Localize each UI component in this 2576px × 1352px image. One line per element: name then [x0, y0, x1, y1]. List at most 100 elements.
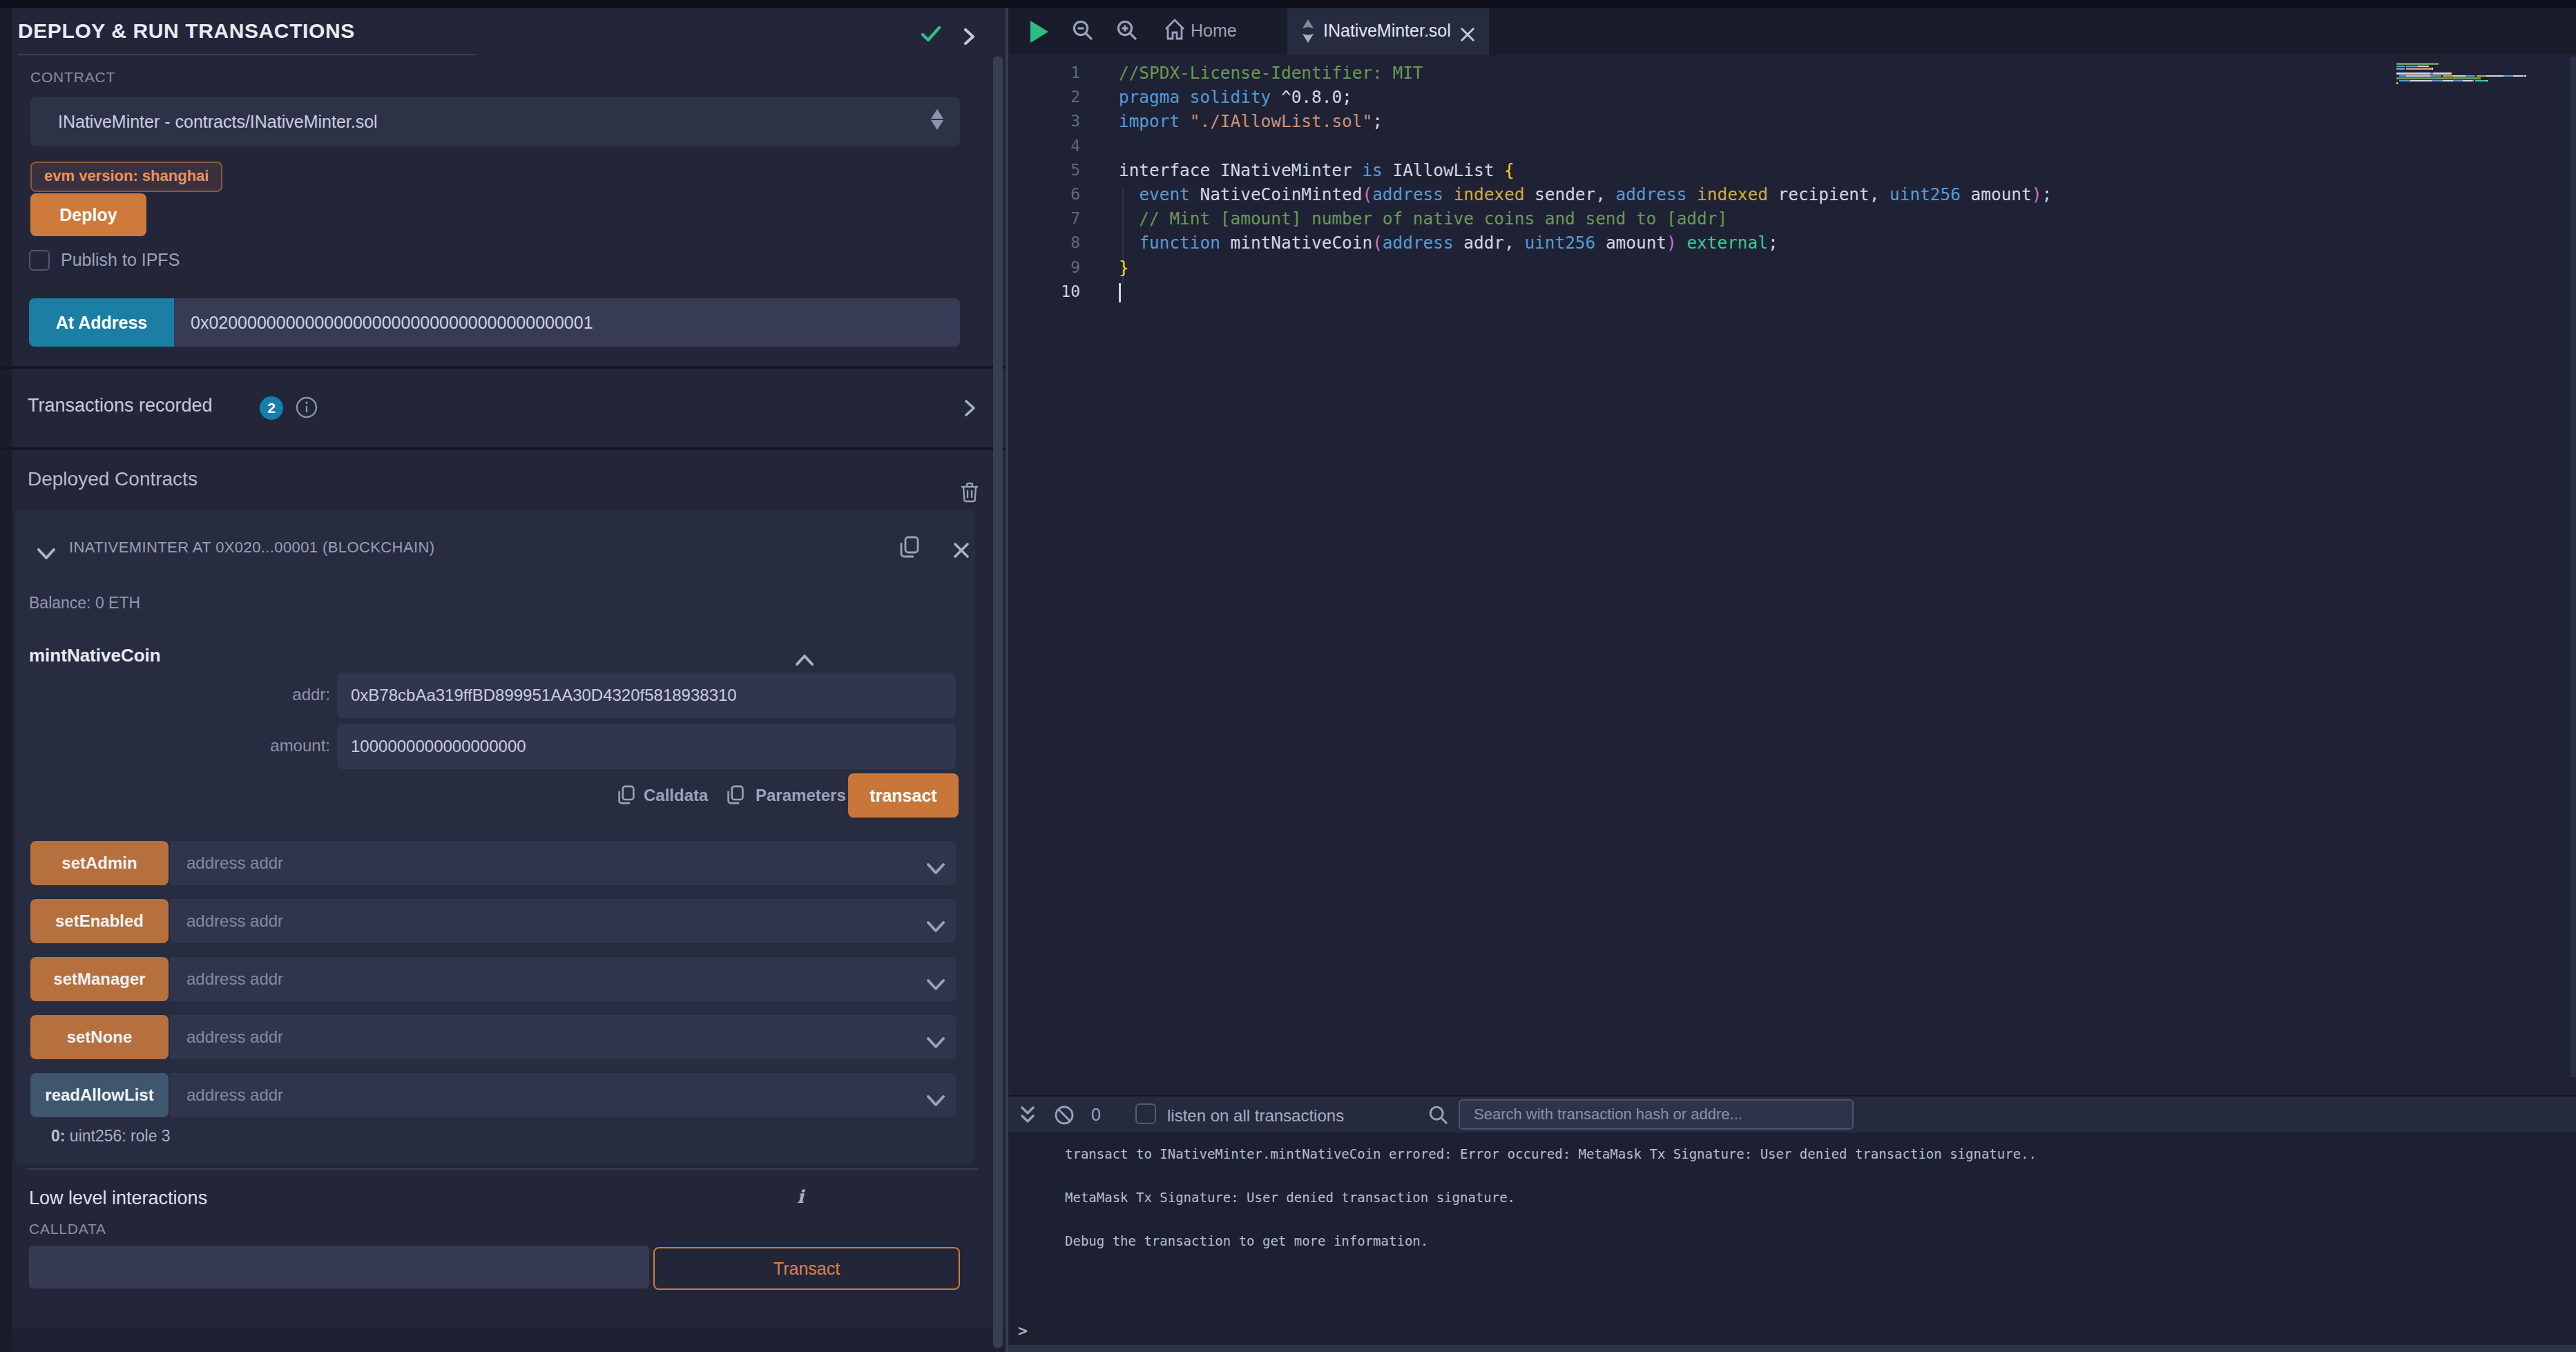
- calldata-input[interactable]: [29, 1246, 649, 1288]
- contract-collapse-icon[interactable]: [37, 540, 55, 566]
- transact-button[interactable]: transact: [848, 773, 959, 818]
- zoom-out-icon[interactable]: [1072, 19, 1094, 47]
- solidity-icon: [1300, 19, 1316, 48]
- transactions-expand-icon[interactable]: [963, 396, 977, 422]
- deploy-button[interactable]: Deploy: [30, 193, 146, 236]
- function-row: setEnabled: [30, 899, 956, 943]
- amount-arg-label: amount:: [192, 736, 330, 755]
- clear-console-icon[interactable]: [1054, 1105, 1075, 1131]
- expand-function-icon[interactable]: [927, 1029, 945, 1054]
- panel-bottom: [12, 1329, 1006, 1352]
- tab-bar: Home INativeMinter.sol: [1008, 8, 2576, 55]
- main-area: 12345678910 //SPDX-License-Identifier: M…: [1008, 8, 2576, 1352]
- contract-label: CONTRACT: [30, 69, 115, 86]
- panel-expand-icon[interactable]: [961, 25, 977, 50]
- deployed-contract-title: INATIVEMINTER AT 0X020...00001 (BLOCKCHA…: [69, 539, 434, 557]
- evm-version-badge: evm version: shanghai: [30, 162, 222, 192]
- terminal-bar: 0 listen on all transactions: [1008, 1095, 2576, 1132]
- setEnabled-input[interactable]: [170, 899, 956, 943]
- function-name: mintNativeCoin: [29, 645, 161, 666]
- publish-ipfs-checkbox[interactable]: [29, 250, 50, 271]
- copy-parameters-icon[interactable]: [727, 784, 744, 810]
- section-divider: [0, 447, 1006, 450]
- terminal-prompt: >: [1018, 1322, 1028, 1340]
- call-output-value: uint256: role 3: [70, 1127, 171, 1145]
- readAllowList-input[interactable]: [170, 1073, 956, 1117]
- low-level-transact-button[interactable]: Transact: [653, 1247, 960, 1290]
- zoom-in-icon[interactable]: [1116, 19, 1138, 47]
- addr-arg-input[interactable]: [337, 673, 956, 718]
- collapse-terminal-icon[interactable]: [1018, 1105, 1037, 1131]
- expand-function-icon[interactable]: [927, 855, 945, 880]
- setManager-input[interactable]: [170, 957, 956, 1001]
- info-icon: i: [797, 1186, 804, 1207]
- terminal-log-line: Debug the transaction to get more inform…: [1065, 1233, 1428, 1248]
- terminal-content[interactable]: transact to INativeMinter.mintNativeCoin…: [1008, 1132, 2576, 1352]
- tab-inativeminter[interactable]: INativeMinter.sol: [1287, 8, 1489, 55]
- expand-function-icon[interactable]: [927, 971, 945, 996]
- trash-icon[interactable]: [960, 482, 979, 508]
- home-icon[interactable]: [1163, 18, 1186, 47]
- contract-select-value: INativeMinter - contracts/INativeMinter.…: [58, 112, 378, 131]
- function-collapse-icon[interactable]: [796, 646, 814, 672]
- deployed-contracts-label: Deployed Contracts: [28, 468, 198, 490]
- title-underline: [18, 54, 477, 55]
- deploy-run-panel: DEPLOY & RUN TRANSACTIONS CONTRACT INati…: [0, 8, 1006, 1352]
- tab-home[interactable]: Home: [1191, 21, 1237, 41]
- listen-label: listen on all transactions: [1167, 1106, 1344, 1126]
- section-divider: [28, 1168, 978, 1170]
- editor-scrollbar[interactable]: [2570, 57, 2576, 1077]
- tab-label: INativeMinter.sol: [1323, 21, 1451, 41]
- transactions-recorded-label: Transactions recorded: [28, 395, 213, 416]
- amount-arg-input[interactable]: [337, 724, 956, 769]
- setManager-button[interactable]: setManager: [30, 957, 169, 1001]
- low-level-title: Low level interactions: [29, 1188, 207, 1209]
- section-divider: [0, 366, 1006, 369]
- calldata-button[interactable]: Calldata: [644, 786, 708, 805]
- function-row: setAdmin: [30, 841, 956, 885]
- terminal-scrollbar[interactable]: [1008, 1345, 2576, 1352]
- copy-calldata-icon[interactable]: [617, 784, 635, 810]
- panel-scrollbar[interactable]: [993, 57, 1003, 1348]
- code-editor[interactable]: 12345678910 //SPDX-License-Identifier: M…: [1008, 55, 2576, 1095]
- code-content: //SPDX-License-Identifier: MITpragma sol…: [1119, 61, 2052, 304]
- function-row: setManager: [30, 957, 956, 1001]
- copy-icon[interactable]: [899, 536, 920, 563]
- at-address-input[interactable]: [174, 298, 960, 347]
- search-icon: [1428, 1105, 1449, 1131]
- terminal-count: 0: [1091, 1105, 1101, 1125]
- info-icon[interactable]: [296, 396, 318, 424]
- close-icon[interactable]: [953, 539, 970, 564]
- line-numbers: 12345678910: [1008, 61, 1080, 304]
- text-cursor: [1119, 283, 1121, 302]
- at-address-button[interactable]: At Address: [29, 298, 174, 347]
- function-rows: setAdmin setEnabled setManager setNone readA…: [30, 841, 956, 1131]
- expand-function-icon[interactable]: [927, 1087, 945, 1112]
- run-icon[interactable]: [1030, 21, 1048, 43]
- terminal-search-input[interactable]: [1459, 1099, 1854, 1130]
- terminal-log-line: MetaMask Tx Signature: User denied trans…: [1065, 1190, 1515, 1205]
- panel-title: DEPLOY & RUN TRANSACTIONS: [18, 19, 355, 43]
- setNone-input[interactable]: [170, 1015, 956, 1059]
- setAdmin-button[interactable]: setAdmin: [30, 841, 169, 885]
- window-top-strip: [0, 0, 2576, 8]
- listen-checkbox[interactable]: [1135, 1103, 1156, 1124]
- check-icon: [920, 23, 942, 49]
- function-row: readAllowList: [30, 1073, 956, 1117]
- transactions-count-badge: 2: [260, 396, 283, 420]
- publish-ipfs-label: Publish to IPFS: [61, 250, 180, 270]
- readAllowList-button[interactable]: readAllowList: [30, 1073, 169, 1117]
- tab-close-icon[interactable]: [1460, 22, 1475, 48]
- parameters-button[interactable]: Parameters: [756, 786, 846, 805]
- setNone-button[interactable]: setNone: [30, 1015, 169, 1059]
- setAdmin-input[interactable]: [170, 841, 956, 885]
- setEnabled-button[interactable]: setEnabled: [30, 899, 169, 943]
- call-output-index: 0:: [51, 1127, 65, 1145]
- expand-function-icon[interactable]: [927, 913, 945, 938]
- terminal-log-line: transact to INativeMinter.mintNativeCoin…: [1065, 1146, 2037, 1161]
- function-row: setNone: [30, 1015, 956, 1059]
- remix-ide: DEPLOY & RUN TRANSACTIONS CONTRACT INati…: [0, 0, 2576, 1352]
- contract-select[interactable]: INativeMinter - contracts/INativeMinter.…: [30, 97, 960, 146]
- addr-arg-label: addr:: [192, 685, 330, 704]
- minimap[interactable]: [2396, 63, 2535, 87]
